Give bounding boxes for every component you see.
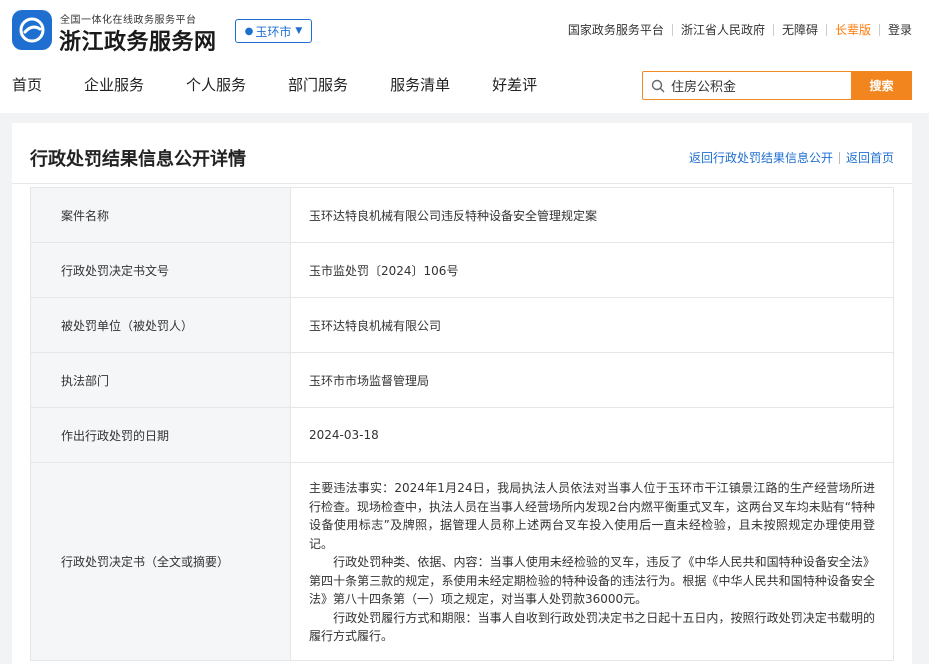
row-value: 玉环市市场监督管理局: [290, 352, 894, 408]
search-input[interactable]: [667, 72, 851, 99]
site-header: 全国一体化在线政务服务平台 浙江政务服务网 ● 玉环市 ▼ 国家政务服务平台 浙…: [0, 0, 929, 113]
search-icon: [643, 72, 667, 99]
site-name[interactable]: 浙江政务服务网: [59, 24, 217, 56]
link-elder-mode[interactable]: 长辈版: [835, 21, 871, 38]
decision-paragraph: 主要违法事实：2024年1月24日，我局执法人员依法对当事人位于玉环市干江镇景江…: [309, 481, 875, 551]
row-label: 行政处罚决定书文号: [30, 242, 291, 298]
nav-enterprise-services[interactable]: 企业服务: [84, 74, 144, 95]
row-label: 被处罚单位（被处罚人）: [30, 297, 291, 353]
caret-down-icon: ▼: [295, 26, 303, 36]
divider: [772, 23, 774, 36]
row-value: 玉市监处罚〔2024〕106号: [290, 242, 894, 298]
nav-home[interactable]: 首页: [12, 74, 42, 95]
link-national-platform[interactable]: 国家政务服务平台: [568, 21, 664, 38]
back-links: 返回行政处罚结果信息公开 返回首页: [689, 149, 894, 166]
decision-paragraph: 行政处罚履行方式和期限：当事人自收到行政处罚决定书之日起十五日内，按照行政处罚决…: [309, 610, 875, 644]
table-row: 作出行政处罚的日期 2024-03-18: [30, 407, 894, 463]
divider: [878, 23, 880, 36]
table-row: 行政处罚决定书（全文或摘要） 主要违法事实：2024年1月24日，我局执法人员依…: [30, 462, 894, 661]
table-row: 案件名称 玉环达特良机械有限公司违反特种设备安全管理规定案: [30, 187, 894, 243]
city-label: 玉环市: [255, 24, 292, 39]
row-value: 玉环达特良机械有限公司违反特种设备安全管理规定案: [290, 187, 894, 243]
table-row: 被处罚单位（被处罚人） 玉环达特良机械有限公司: [30, 297, 894, 353]
site-logo[interactable]: [12, 10, 52, 50]
city-selector[interactable]: ● 玉环市 ▼: [235, 19, 312, 43]
search-box: 搜索: [642, 71, 912, 100]
back-to-home-link[interactable]: 返回首页: [846, 149, 894, 166]
divider: [12, 183, 912, 184]
nav-feedback[interactable]: 好差评: [492, 74, 537, 95]
page-title: 行政处罚结果信息公开详情: [30, 149, 246, 170]
table-row: 执法部门 玉环市市场监督管理局: [30, 352, 894, 408]
nav-department-services[interactable]: 部门服务: [288, 74, 348, 95]
detail-table: 案件名称 玉环达特良机械有限公司违反特种设备安全管理规定案 行政处罚决定书文号 …: [30, 187, 894, 661]
row-label: 作出行政处罚的日期: [30, 407, 291, 463]
link-login[interactable]: 登录: [888, 21, 912, 38]
decision-paragraph: 行政处罚种类、依据、内容：当事人使用未经检验的叉车，违反了《中华人民共和国特种设…: [309, 555, 875, 606]
main-nav: 首页 企业服务 个人服务 部门服务 服务清单 好差评: [12, 74, 579, 95]
row-label: 行政处罚决定书（全文或摘要）: [30, 462, 291, 661]
row-label: 案件名称: [30, 187, 291, 243]
divider: [825, 23, 827, 36]
row-value: 玉环达特良机械有限公司: [290, 297, 894, 353]
row-label: 执法部门: [30, 352, 291, 408]
divider: [838, 151, 840, 164]
link-accessibility[interactable]: 无障碍: [782, 21, 818, 38]
nav-service-list[interactable]: 服务清单: [390, 74, 450, 95]
nav-personal-services[interactable]: 个人服务: [186, 74, 246, 95]
table-row: 行政处罚决定书文号 玉市监处罚〔2024〕106号: [30, 242, 894, 298]
row-value: 2024-03-18: [290, 407, 894, 463]
search-button[interactable]: 搜索: [851, 71, 912, 100]
decision-text: 主要违法事实：2024年1月24日，我局执法人员依法对当事人位于玉环市干江镇景江…: [290, 462, 894, 661]
location-pin-icon: ●: [244, 25, 254, 37]
link-provincial-government[interactable]: 浙江省人民政府: [681, 21, 765, 38]
logo-icon: [19, 17, 45, 43]
detail-panel: 行政处罚结果信息公开详情 返回行政处罚结果信息公开 返回首页 案件名称 玉环达特…: [12, 123, 912, 664]
top-links: 国家政务服务平台 浙江省人民政府 无障碍 长辈版 登录: [568, 21, 912, 38]
divider: [671, 23, 673, 36]
back-to-list-link[interactable]: 返回行政处罚结果信息公开: [689, 149, 833, 166]
